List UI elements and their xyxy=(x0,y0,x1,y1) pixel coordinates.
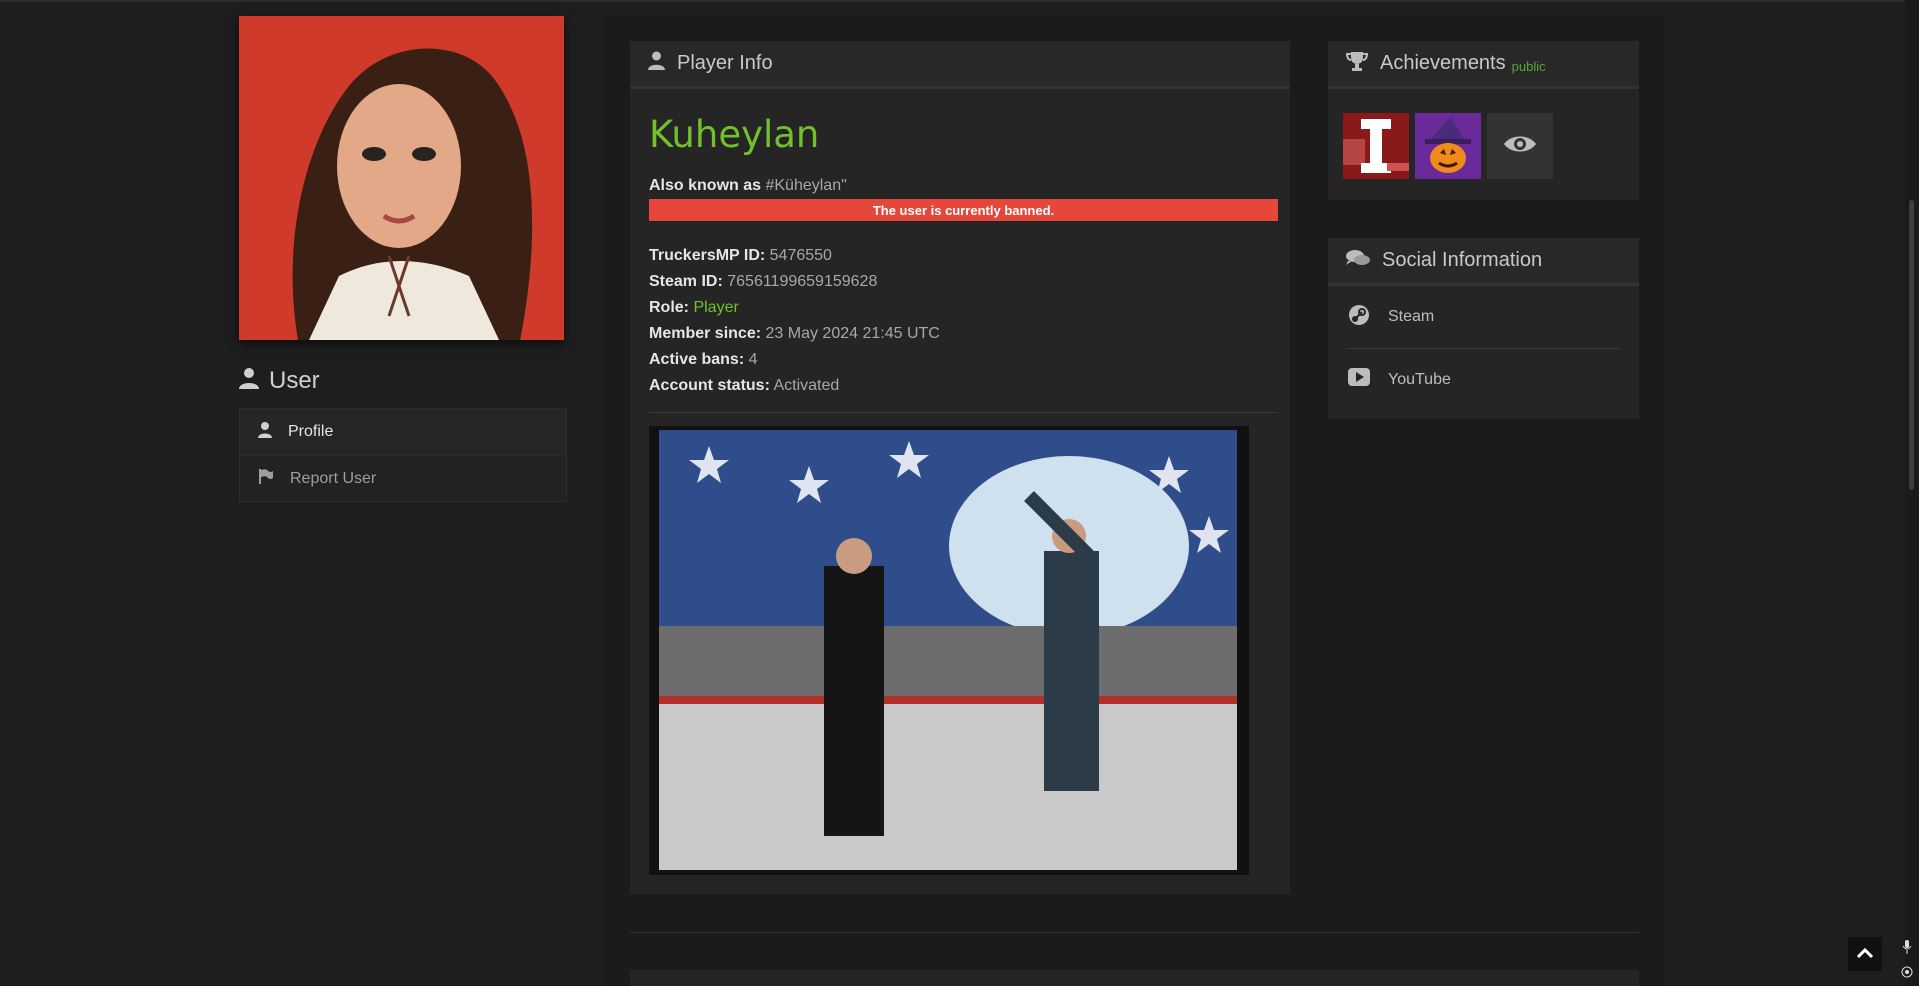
social-header: Social Information xyxy=(1328,238,1639,286)
social-link-label: Steam xyxy=(1388,308,1435,325)
detail-label: Steam ID: xyxy=(649,273,723,290)
section-divider xyxy=(630,932,1639,933)
eye-icon xyxy=(1503,133,1537,160)
achievement-badge[interactable] xyxy=(1415,113,1481,179)
panel-title: Player Info xyxy=(677,52,773,74)
user-avatar xyxy=(239,16,564,340)
aka-value: #Küheylan" xyxy=(765,177,847,194)
social-link-label: YouTube xyxy=(1388,370,1451,388)
panel-title: Achievements xyxy=(1380,52,1506,74)
detail-value: 76561199659159628 xyxy=(727,273,878,290)
scrollbar-thumb[interactable] xyxy=(1909,200,1914,490)
detail-row: TruckersMP ID: 5476550 xyxy=(649,243,940,269)
nav-item-report-user[interactable]: Report User xyxy=(240,455,566,501)
user-section-heading: User xyxy=(239,364,320,398)
detail-row: Role: Player xyxy=(649,295,940,321)
detail-label: Active bans: xyxy=(649,351,745,368)
detail-label: Role: xyxy=(649,299,689,316)
visibility-label: public xyxy=(1511,59,1546,74)
detail-row: Active bans: 4 xyxy=(649,347,940,373)
comments-icon xyxy=(1346,249,1370,273)
profile-gif xyxy=(649,426,1249,875)
aka-label: Also known as xyxy=(649,177,762,194)
flag-icon xyxy=(258,468,274,489)
detail-label: Account status: xyxy=(649,377,770,394)
detail-label: TruckersMP ID: xyxy=(649,247,766,264)
nav-item-profile[interactable]: Profile xyxy=(240,409,566,455)
view-more-achievements-button[interactable] xyxy=(1487,113,1553,179)
top-border xyxy=(0,0,1919,2)
ban-notice: The user is currently banned. xyxy=(649,199,1278,221)
detail-row: Account status: Activated xyxy=(649,373,940,399)
trophy-icon xyxy=(1345,51,1369,77)
next-panel xyxy=(630,970,1639,986)
social-information-panel: Social Information Steam YouTube xyxy=(1328,238,1639,419)
scroll-to-top-button[interactable] xyxy=(1848,937,1882,971)
detail-value: Activated xyxy=(773,377,840,394)
social-link-youtube[interactable]: YouTube xyxy=(1346,348,1621,410)
microphone-icon[interactable] xyxy=(1902,940,1912,959)
user-icon xyxy=(648,51,665,76)
user-icon xyxy=(258,421,272,443)
achievements-panel: Achievements public xyxy=(1328,41,1639,200)
youtube-icon xyxy=(1348,368,1370,391)
detail-row: Member since: 23 May 2024 21:45 UTC xyxy=(649,321,940,347)
achievement-badge[interactable] xyxy=(1343,113,1409,179)
player-info-panel: Player Info Kuheylan Also known as #Kühe… xyxy=(630,41,1290,894)
player-info-header: Player Info xyxy=(630,41,1290,89)
detail-row: Steam ID: 76561199659159628 xyxy=(649,269,940,295)
panel-title: Social Information xyxy=(1382,249,1543,271)
steam-icon xyxy=(1348,304,1370,331)
overlay-icons xyxy=(1897,940,1917,983)
scrollbar[interactable] xyxy=(1905,0,1919,986)
achievement-badges xyxy=(1343,113,1553,179)
divider xyxy=(649,412,1278,413)
social-link-steam[interactable]: Steam xyxy=(1346,286,1621,348)
player-details: TruckersMP ID: 5476550 Steam ID: 7656119… xyxy=(649,243,940,399)
detail-value: 23 May 2024 21:45 UTC xyxy=(765,325,940,342)
detail-value: 4 xyxy=(748,351,758,368)
player-name: Kuheylan xyxy=(649,113,820,156)
user-nav: Profile Report User xyxy=(239,408,567,502)
detail-label: Member since: xyxy=(649,325,762,342)
chevron-up-icon xyxy=(1856,945,1874,963)
also-known-as: Also known as #Küheylan" xyxy=(649,177,847,195)
user-icon xyxy=(239,367,259,396)
nav-item-label: Profile xyxy=(288,423,334,440)
achievements-header: Achievements public xyxy=(1328,41,1639,89)
detail-value: 5476550 xyxy=(769,247,832,264)
nav-item-label: Report User xyxy=(290,469,377,487)
role-value: Player xyxy=(693,299,739,316)
user-heading-label: User xyxy=(269,367,320,394)
target-icon[interactable] xyxy=(1901,965,1913,983)
